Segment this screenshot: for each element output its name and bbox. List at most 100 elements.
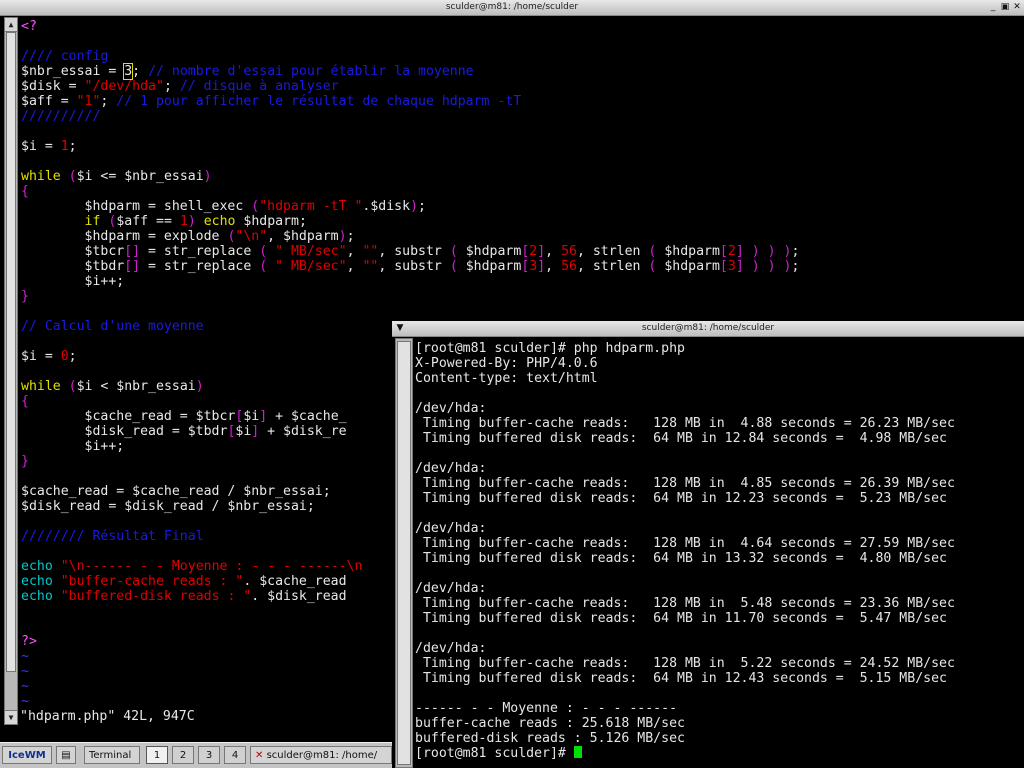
workspace-4-button[interactable]: 4 [224, 746, 246, 764]
terminal-title: sculder@m81: /home/sculder [641, 323, 775, 333]
code-token: ] [735, 244, 744, 259]
show-desktop-button[interactable]: ▤ [56, 746, 76, 764]
code-token: [ [719, 259, 728, 274]
code-line: if ($aff == 1) echo $hdparm; [21, 214, 307, 229]
terminal-launcher-button[interactable]: Terminal [84, 746, 140, 764]
code-token: echo [21, 574, 53, 589]
code-token: ) [195, 379, 204, 394]
terminal-output[interactable]: [root@m81 sculder]# php hdparm.php X-Pow… [415, 341, 955, 761]
workspace-1-button[interactable]: 1 [146, 746, 168, 764]
code-token: ) [751, 244, 760, 259]
code-token: $i [235, 424, 252, 439]
code-token: ~ [21, 649, 29, 664]
window-menu-icon[interactable]: ▼ [395, 323, 405, 333]
code-token: ( [251, 199, 260, 214]
terminal-line: Timing buffer-cache reads: 128 MB in 5.4… [415, 596, 955, 611]
terminal-line: Timing buffered disk reads: 64 MB in 12.… [415, 491, 947, 506]
code-line: ~ [21, 664, 29, 679]
code-token: ( [259, 244, 268, 259]
code-token: ; [791, 244, 800, 259]
code-token: $hdparm [656, 244, 720, 259]
code-line: $i++; [21, 439, 125, 454]
terminal-line: [root@m81 sculder]# php hdparm.php [415, 341, 685, 356]
code-token: $tbcr [21, 244, 125, 259]
code-token: "hdparm -tT " [259, 199, 363, 214]
code-token: ( [68, 379, 77, 394]
code-line: $aff = "1"; // 1 pour afficher le résult… [21, 94, 521, 109]
code-line: ?> [21, 634, 37, 649]
editor-titlebar[interactable]: sculder@m81: /home/sculder _ ▣ ✕ [0, 0, 1024, 16]
terminal-scroll-thumb[interactable] [397, 341, 411, 765]
workspace-2-button[interactable]: 2 [172, 746, 194, 764]
editor-scroll-thumb[interactable] [6, 32, 16, 672]
code-token: ) [187, 214, 196, 229]
terminal-scrollbar[interactable] [395, 338, 413, 768]
code-line: $disk = "/dev/hda"; // disque à analyser [21, 79, 339, 94]
terminal-line: /dev/hda: [415, 521, 487, 536]
scroll-down-icon[interactable]: ▼ [5, 710, 17, 724]
start-label: IceWM [8, 750, 46, 761]
code-token: "buffer-cache reads : " [60, 574, 244, 589]
terminal-titlebar[interactable]: sculder@m81: /home/sculder ▼ [392, 321, 1024, 337]
start-button[interactable]: IceWM [2, 746, 52, 764]
code-token: ////////// [21, 109, 101, 124]
code-token: . $disk_read [251, 589, 347, 604]
code-token: ] [537, 244, 546, 259]
code-token: [ [719, 244, 728, 259]
terminal-line: buffer-cache reads : 25.618 MB/sec [415, 716, 685, 731]
code-line: $disk_read = $disk_read / $nbr_essai; [21, 499, 315, 514]
code-token: ; [68, 139, 77, 154]
code-line: ~ [21, 694, 29, 709]
code-token: 0 [60, 349, 69, 364]
code-line: //////// Résultat Final [21, 529, 204, 544]
terminal-window[interactable]: sculder@m81: /home/sculder ▼ [root@m81 s… [392, 321, 1024, 768]
minimize-icon[interactable]: _ [988, 2, 998, 12]
editor-cursor: 3 [123, 63, 134, 80]
code-token: "" [362, 259, 379, 274]
code-token: $i <= $nbr_essai [76, 169, 204, 184]
close-icon[interactable]: ✕ [1012, 2, 1022, 12]
code-token: $hdparm = explode [21, 229, 228, 244]
code-token: // 1 pour afficher le résultat de chaque… [116, 94, 522, 109]
code-line: $nbr_essai = 3; // nombre d'essai pour é… [21, 63, 474, 80]
code-token: "/dev/hda" [84, 79, 164, 94]
code-token: " MB/sec" [275, 244, 347, 259]
code-token: = str_replace [140, 259, 260, 274]
terminal-line: /dev/hda: [415, 641, 487, 656]
code-token: echo [203, 214, 236, 229]
code-line: $disk_read = $tbdr[$i] + $disk_re [21, 424, 347, 439]
code-token: ] [259, 409, 268, 424]
terminal-line: Timing buffer-cache reads: 128 MB in 4.6… [415, 536, 955, 551]
maximize-icon[interactable]: ▣ [1000, 2, 1010, 12]
code-token: { [21, 394, 29, 409]
scroll-up-icon[interactable]: ▲ [5, 18, 17, 32]
task-button-terminal[interactable]: ✕ sculder@m81: /home/ [250, 746, 392, 764]
code-line: { [21, 394, 29, 409]
code-line: echo "\n------ - - Moyenne : - - - -----… [21, 559, 362, 574]
code-token: = str_replace [140, 244, 260, 259]
code-token: } [21, 454, 29, 469]
code-line: { [21, 184, 29, 199]
code-token: ] [537, 259, 546, 274]
code-line: //// config [21, 49, 108, 64]
code-token: //////// Résultat Final [21, 529, 204, 544]
code-token: $hdparm [656, 259, 720, 274]
workspace-3-button[interactable]: 3 [198, 746, 220, 764]
code-token: ( [449, 244, 458, 259]
code-token: , [545, 259, 562, 274]
code-line: $tbcr[] = str_replace ( " MB/sec", "", s… [21, 244, 800, 259]
code-token: $hdparm = shell_exec [21, 199, 252, 214]
code-token: $disk_read = $disk_read / $nbr_essai; [21, 499, 315, 514]
editor-scrollbar[interactable]: ▲ ▼ [4, 17, 18, 725]
terminal-line: Timing buffered disk reads: 64 MB in 11.… [415, 611, 947, 626]
code-token: { [21, 184, 29, 199]
terminal-line: /dev/hda: [415, 461, 487, 476]
terminal-line: X-Powered-By: PHP/4.0.6 [415, 356, 598, 371]
